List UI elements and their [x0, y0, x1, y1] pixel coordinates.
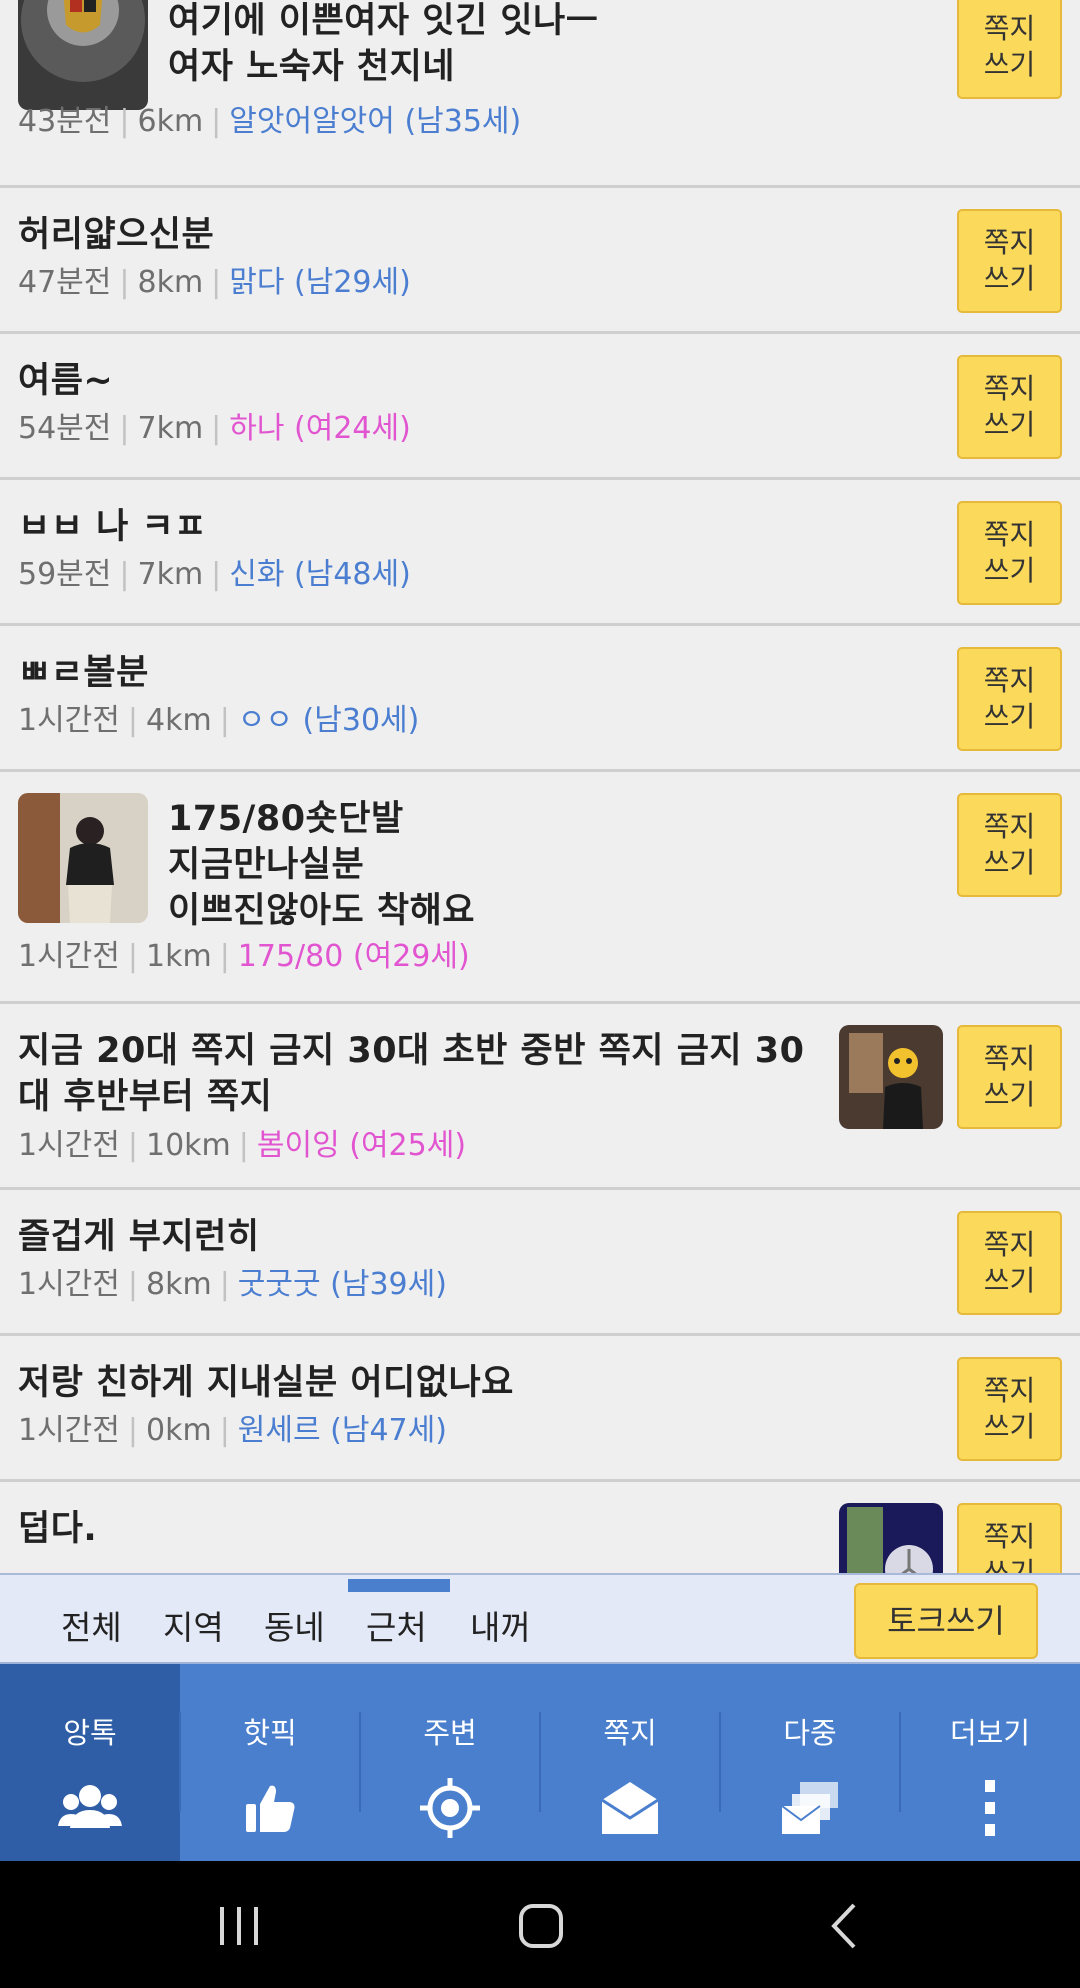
nickname[interactable]: 봄이잉 (여25세) [257, 1128, 466, 1163]
post-item[interactable]: 허리얇으신분 47분전 | 8km | 맑다 (남29세) 쪽지 쓰기 [0, 188, 1080, 334]
nickname[interactable]: 굿굿굿 (남39세) [238, 1267, 447, 1302]
send-message-button[interactable]: 쪽지 쓰기 [957, 355, 1062, 459]
post-item[interactable]: 지금 20대 쪽지 금지 30대 초반 중반 쪽지 금지 30 대 후반부터 쪽… [0, 1004, 1080, 1190]
multi-message-icon [781, 1782, 838, 1834]
active-tab-indicator [348, 1579, 450, 1592]
nav-label: 쪽지 [603, 1716, 657, 1750]
post-item[interactable]: 여기에 이쁜여자 잇긴 잇나ㅡ 여자 노숙자 천지네 43분전 | 6km | 알앗어알… [0, 0, 1080, 188]
post-thumbnail[interactable] [839, 1025, 943, 1129]
nav-item-angtalk[interactable]: 앙톡 [0, 1664, 180, 1861]
recent-apps-icon[interactable] [204, 1891, 274, 1961]
tab-nearby[interactable]: 근처 [366, 1601, 427, 1649]
post-title: 저랑 친하게 지내실분 어디없나요 [18, 1363, 514, 1403]
send-message-button[interactable]: 쪽지 쓰기 [957, 647, 1062, 751]
send-message-button[interactable]: 쪽지 쓰기 [957, 1211, 1062, 1315]
post-meta: 47분전 | 8km | 맑다 (남29세) [18, 265, 411, 300]
thumbs-up-icon [246, 1785, 295, 1832]
nav-item-message[interactable]: 쪽지 [540, 1664, 720, 1861]
nav-label: 주변 [423, 1716, 477, 1750]
send-message-button[interactable]: 쪽지 쓰기 [957, 0, 1062, 99]
nav-item-more[interactable]: 더보기 [900, 1664, 1080, 1861]
nav-divider [899, 1712, 901, 1812]
post-item[interactable]: 즐겁게 부지런히 1시간전 | 8km | 굿굿굿 (남39세) 쪽지 쓰기 [0, 1190, 1080, 1336]
home-icon[interactable] [506, 1891, 576, 1961]
filter-bar: 전체 지역 동네 근처 내꺼 토크쓰기 [0, 1573, 1080, 1664]
user-avatar[interactable] [18, 793, 148, 923]
post-title: 즐겁게 부지런히 [18, 1217, 260, 1257]
system-nav-bar [0, 1861, 1080, 1988]
bottom-nav: 앙톡 핫픽 주변 쪽지 다중 더보기 [0, 1664, 1080, 1861]
post-meta: 54분전 | 7km | 하나 (여24세) [18, 411, 411, 446]
nav-label: 앙톡 [63, 1716, 117, 1750]
nav-divider [719, 1712, 721, 1812]
send-message-button[interactable]: 쪽지 쓰기 [957, 1357, 1062, 1461]
tab-mine[interactable]: 내꺼 [470, 1601, 531, 1649]
people-icon [58, 1785, 122, 1828]
envelope-icon [601, 1782, 659, 1834]
post-title: 175/80숏단발 지금만나실분 이쁘진않아도 착해요 [168, 799, 475, 931]
post-title: ㅃㄹ볼분 [18, 653, 149, 693]
tab-neighborhood[interactable]: 동네 [264, 1601, 325, 1649]
post-feed[interactable]: 여기에 이쁜여자 잇긴 잇나ㅡ 여자 노숙자 천지네 43분전 | 6km | 알앗어알… [0, 0, 1080, 1573]
post-item[interactable]: 여름~ 54분전 | 7km | 하나 (여24세) 쪽지 쓰기 [0, 334, 1080, 480]
nickname[interactable]: 원세르 (남47세) [238, 1413, 447, 1448]
user-avatar[interactable] [18, 0, 148, 110]
post-thumbnail[interactable] [839, 1503, 943, 1573]
nav-divider [179, 1712, 181, 1812]
nav-label: 다중 [783, 1716, 837, 1750]
nickname[interactable]: 알앗어알앗어 (남35세) [229, 104, 521, 139]
nav-item-nearby[interactable]: 주변 [360, 1664, 540, 1861]
post-title: 지금 20대 쪽지 금지 30대 초반 중반 쪽지 금지 30 대 후반부터 쪽… [18, 1031, 805, 1117]
nav-item-hotpick[interactable]: 핫픽 [180, 1664, 360, 1861]
send-message-button[interactable]: 쪽지 쓰기 [957, 209, 1062, 313]
more-vertical-icon [985, 1780, 995, 1836]
back-icon[interactable] [810, 1891, 880, 1961]
post-title: ㅂㅂ 나 ㅋㅍ [18, 507, 207, 547]
post-meta: 1시간전 | 0km | 원세르 (남47세) [18, 1413, 447, 1448]
send-message-button[interactable]: 쪽지 쓰기 [957, 793, 1062, 897]
post-item[interactable]: 저랑 친하게 지내실분 어디없나요 1시간전 | 0km | 원세르 (남47세) 쪽지… [0, 1336, 1080, 1482]
nav-item-multi[interactable]: 다중 [720, 1664, 900, 1861]
post-meta: 59분전 | 7km | 신화 (남48세) [18, 557, 411, 592]
nav-divider [359, 1712, 361, 1812]
post-item[interactable]: 175/80숏단발 지금만나실분 이쁘진않아도 착해요 1시간전 | 1km | 175… [0, 772, 1080, 1004]
post-meta: 1시간전 | 10km | 봄이잉 (여25세) [18, 1128, 467, 1163]
nickname[interactable]: 신화 (남48세) [229, 557, 411, 592]
nickname[interactable]: ㅇㅇ (남30세) [238, 703, 420, 738]
tab-region[interactable]: 지역 [163, 1601, 224, 1649]
tab-all[interactable]: 전체 [61, 1601, 122, 1649]
post-title: 허리얇으신분 [18, 215, 215, 255]
post-title: 여름~ [18, 361, 114, 401]
post-item[interactable]: ㅃㄹ볼분 1시간전 | 4km | ㅇㅇ (남30세) 쪽지 쓰기 [0, 626, 1080, 772]
post-title: 여기에 이쁜여자 잇긴 잇나ㅡ 여자 노숙자 천지네 [168, 1, 599, 87]
post-item[interactable]: ㅂㅂ 나 ㅋㅍ 59분전 | 7km | 신화 (남48세) 쪽지 쓰기 [0, 480, 1080, 626]
nav-label: 핫픽 [243, 1716, 297, 1750]
nav-label: 더보기 [949, 1716, 1031, 1750]
nickname[interactable]: 하나 (여24세) [229, 411, 411, 446]
post-title: 덥다. [18, 1509, 98, 1549]
write-talk-button[interactable]: 토크쓰기 [854, 1583, 1038, 1659]
nav-divider [539, 1712, 541, 1812]
post-meta: 43분전 | 6km | 알앗어알앗어 (남35세) [18, 104, 522, 139]
location-target-icon [420, 1778, 480, 1838]
send-message-button[interactable]: 쪽지 쓰기 [957, 1025, 1062, 1129]
send-message-button[interactable]: 쪽지 쓰기 [957, 1503, 1062, 1573]
post-meta: 1시간전 | 4km | ㅇㅇ (남30세) [18, 703, 420, 738]
nickname[interactable]: 맑다 (남29세) [229, 265, 411, 300]
post-item[interactable]: 덥다. 쪽지 쓰기 [0, 1482, 1080, 1573]
send-message-button[interactable]: 쪽지 쓰기 [957, 501, 1062, 605]
post-meta: 1시간전 | 1km | 175/80 (여29세) [18, 939, 470, 974]
nickname[interactable]: 175/80 (여29세) [238, 939, 470, 974]
post-meta: 1시간전 | 8km | 굿굿굿 (남39세) [18, 1267, 447, 1302]
